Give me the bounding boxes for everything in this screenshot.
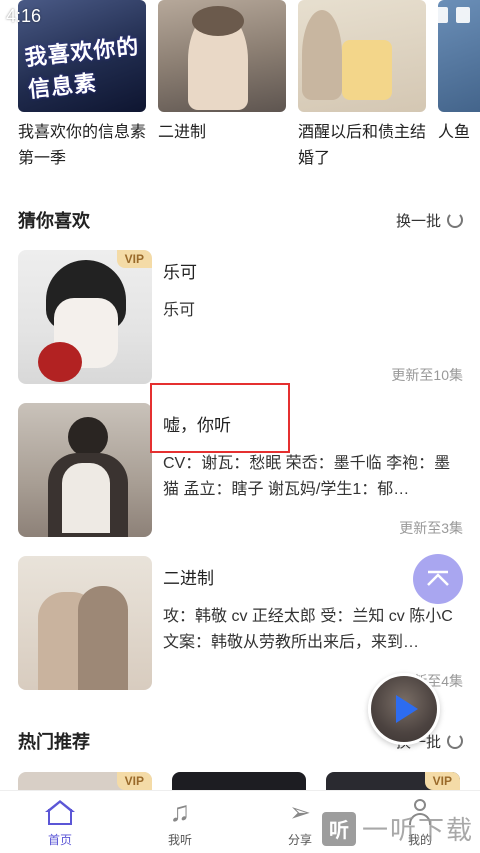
tab-listen[interactable]: ♫ 我听: [120, 791, 240, 853]
play-icon: [396, 695, 418, 723]
chevron-up-icon: [427, 570, 449, 586]
item-description: 乐可: [163, 302, 196, 319]
top-card-title[interactable]: 我喜欢你的信息素 第一季: [18, 120, 146, 172]
cover-figure: [78, 586, 128, 690]
item-title[interactable]: 二进制: [163, 564, 214, 589]
refresh-icon: [447, 733, 463, 749]
item-update-status: 更新至3集: [399, 520, 463, 536]
refresh-label: 换一批: [395, 212, 441, 230]
item-title[interactable]: 乐可: [163, 258, 197, 283]
section-header-guess: 猜你喜欢 换一批: [18, 205, 463, 235]
vip-badge: VIP: [424, 772, 460, 790]
item-description: 攻：韩敬 cv 正经太郎 受：兰知 cv 陈小C 文案：韩敬从劳教所出来后，来到…: [163, 608, 453, 651]
vip-badge: VIP: [116, 772, 152, 790]
battery-icon: [456, 7, 470, 23]
section-title: 猜你喜欢: [18, 211, 90, 231]
tab-label: 我听: [167, 832, 192, 847]
refresh-button[interactable]: 换一批: [396, 210, 463, 231]
list-item[interactable]: VIP 乐可 乐可 更新至10集: [18, 250, 463, 385]
home-icon: [45, 797, 75, 827]
watermark-badge: 听: [321, 811, 356, 846]
vip-badge: VIP: [116, 250, 152, 268]
cover-cake: [342, 40, 392, 100]
cover-title-art: 我喜欢你的信息素: [23, 33, 141, 103]
top-card-title[interactable]: 酒醒以后和债主结婚了: [298, 120, 426, 172]
cover-figure: [62, 463, 110, 533]
item-thumbnail[interactable]: VIP: [18, 250, 152, 384]
send-icon: ➢: [289, 796, 311, 827]
tab-home[interactable]: 首页: [0, 791, 120, 853]
status-time: 4:16: [6, 6, 42, 26]
wifi-icon: [434, 7, 448, 23]
top-card-title[interactable]: 二进制: [158, 120, 286, 146]
tab-label: 首页: [47, 832, 72, 847]
status-icons: [434, 7, 470, 23]
scroll-top-button[interactable]: [413, 554, 463, 604]
section-title: 热门推荐: [18, 732, 90, 752]
watermark: 听 一听下载: [321, 810, 474, 847]
music-note-icon: ♫: [169, 795, 191, 827]
item-thumbnail[interactable]: [18, 403, 152, 537]
item-thumbnail[interactable]: [18, 556, 152, 690]
highlight-box: [150, 383, 290, 453]
top-card-title[interactable]: 人鱼: [438, 120, 480, 146]
cover-rose: [38, 342, 82, 382]
list-item[interactable]: 二进制 攻：韩敬 cv 正经太郎 受：兰知 cv 陈小C 文案：韩敬从劳教所出来…: [18, 556, 463, 691]
watermark-text: 一听下载: [361, 815, 474, 845]
refresh-icon: [447, 212, 463, 228]
item-update-status: 更新至10集: [391, 367, 463, 383]
cover-figure: [68, 417, 108, 457]
mini-player-button[interactable]: [368, 673, 440, 745]
tab-label: 分享: [287, 832, 312, 847]
status-bar: 4:16: [0, 0, 480, 32]
item-description: CV：谢瓦：愁眠 荣岙：墨千临 李袍：墨猫 孟立：瞎子 谢瓦妈/学生1：郁…: [163, 455, 451, 498]
